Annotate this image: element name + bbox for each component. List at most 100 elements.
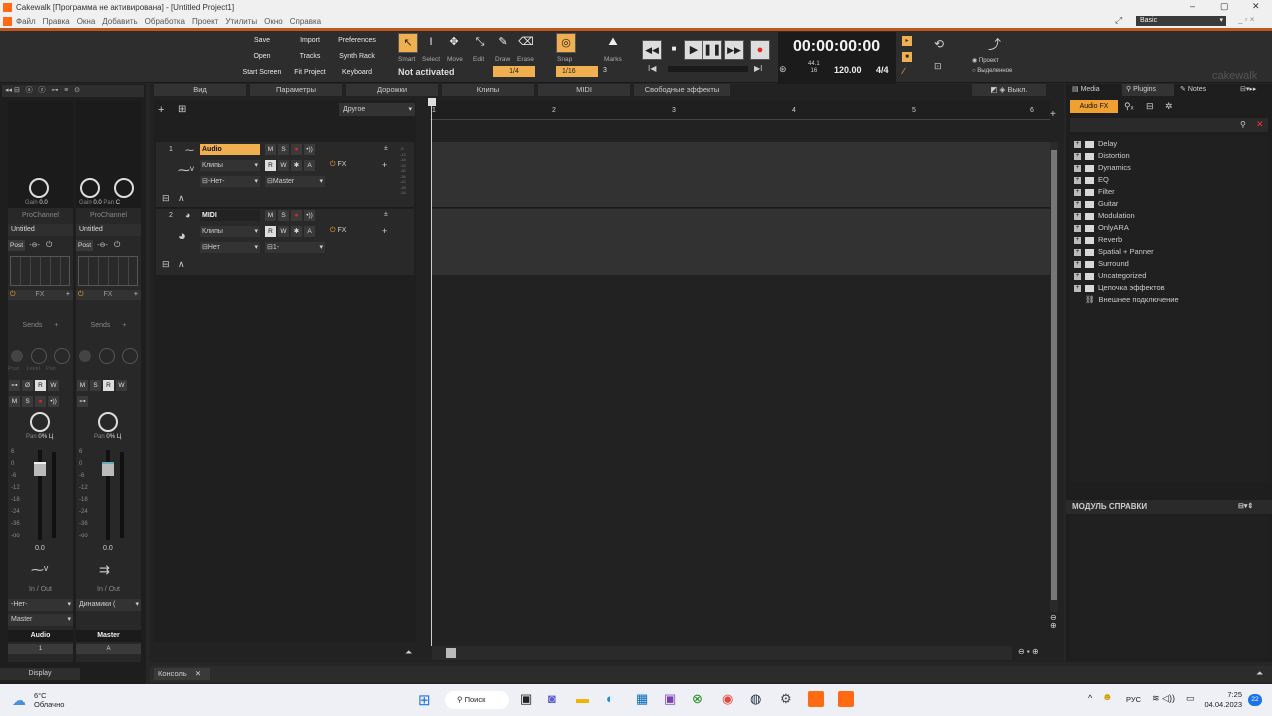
inspector-options-icon[interactable]: ◂◂ ⊟ ⓐ ⓩ ⊶ ≡ ⊙	[5, 87, 80, 94]
metronome-icon[interactable]: ∕	[903, 66, 905, 76]
track-filter-select[interactable]: Другое ▾	[339, 103, 415, 116]
tree-item[interactable]: + Surround	[1074, 258, 1264, 270]
dock-expand-icon[interactable]: ⏶	[1256, 668, 1263, 679]
mute-button[interactable]: M	[265, 210, 276, 221]
expand-icon[interactable]: +	[1074, 140, 1081, 148]
expand-icon[interactable]: +	[1074, 236, 1081, 244]
project-radio[interactable]: ◉ Проект	[972, 57, 999, 64]
language-indicator[interactable]: РУС	[1126, 695, 1141, 704]
fx-add-icon[interactable]: +	[66, 290, 70, 300]
input-echo-icon[interactable]: •))	[304, 144, 315, 155]
solo-button[interactable]: S	[278, 144, 289, 155]
sync-icon[interactable]: ⊛	[779, 64, 787, 75]
read-button[interactable]: R	[265, 160, 276, 171]
track-folder-icon[interactable]: ⊞	[178, 104, 186, 115]
phase-icon[interactable]: ⊶	[9, 380, 20, 391]
goto-start-icon[interactable]: I◀	[648, 64, 656, 73]
solo-button[interactable]: S	[22, 396, 33, 407]
pause-icon[interactable]: ❚❚	[702, 40, 722, 60]
chat-icon[interactable]: ◙	[548, 691, 556, 706]
gain-knob[interactable]	[80, 178, 100, 198]
panel-options-icon[interactable]: ⊟▾▸▸	[1240, 85, 1256, 93]
time-display[interactable]: 00:00:00:00	[793, 38, 880, 56]
save-button[interactable]: Save	[240, 34, 284, 48]
horizontal-scroll-thumb[interactable]	[446, 648, 456, 658]
expand-icon[interactable]: ⤢	[1115, 15, 1122, 26]
track-lane-audio[interactable]	[432, 142, 1050, 208]
expand-icon[interactable]: +	[1074, 188, 1081, 196]
menu-file[interactable]: Файл	[16, 17, 36, 26]
now-marker[interactable]	[428, 98, 436, 106]
tree-item[interactable]: + Modulation	[1074, 210, 1264, 222]
fx-power-icon[interactable]: ⏻	[78, 291, 84, 298]
output-select[interactable]: ⊟1- ▾	[265, 242, 325, 253]
tree-item[interactable]: + Цепочка эффектов	[1074, 282, 1264, 294]
eq-graph[interactable]	[78, 256, 138, 286]
eq-link-icon[interactable]: -⊖-	[29, 242, 40, 249]
menu-window[interactable]: Окно	[264, 17, 283, 26]
expand-icon[interactable]: +	[1074, 176, 1081, 184]
timeline-ruler[interactable]: 1 2 3 4 5 6	[430, 100, 1050, 120]
tree-item[interactable]: + Dynamics	[1074, 162, 1264, 174]
menu-options[interactable]: Параметры	[250, 84, 342, 96]
notification-badge[interactable]: 22	[1248, 694, 1262, 706]
sends-add-icon[interactable]: +	[54, 322, 58, 329]
tree-item[interactable]: + Reverb	[1074, 234, 1264, 246]
freeze-icon[interactable]: ✱	[291, 160, 302, 171]
pan-knob[interactable]	[98, 412, 118, 432]
minimize-button[interactable]: –	[1190, 1, 1195, 11]
open-button[interactable]: Open	[240, 50, 284, 64]
add-lane-icon[interactable]: +	[1050, 109, 1056, 120]
tab-notes[interactable]: ✎ Notes	[1176, 84, 1226, 96]
store-icon[interactable]: ▦	[636, 691, 648, 707]
goto-end-icon[interactable]: ▶I	[754, 64, 762, 73]
play-icon[interactable]: ▶	[684, 40, 704, 60]
select-tool-icon[interactable]: I	[421, 33, 441, 53]
post-button[interactable]: Post	[8, 240, 26, 251]
tree-item[interactable]: + Spatial + Panner	[1074, 246, 1264, 258]
fast-forward-icon[interactable]: ▶▶	[724, 40, 744, 60]
output-select[interactable]: Динамики (▾	[76, 599, 141, 611]
arm-button[interactable]: ●	[291, 210, 302, 221]
strip-track-name[interactable]: Audio	[8, 630, 73, 642]
input-select[interactable]: ⊟-Нет- ▾	[200, 176, 260, 187]
file-explorer-icon[interactable]: ▬	[576, 691, 589, 706]
maximize-button[interactable]: ▢	[1220, 1, 1229, 12]
menu-process[interactable]: Обработка	[145, 17, 185, 26]
vertical-scrollbar[interactable]	[1050, 142, 1058, 612]
fx-bin-track[interactable]: ⏻ FX	[330, 227, 346, 235]
steam-icon[interactable]: ◍	[750, 691, 761, 707]
output-select[interactable]: Master ▾	[8, 614, 73, 626]
close-button[interactable]: ✕	[1252, 1, 1260, 12]
fx-add-icon[interactable]: +	[382, 226, 387, 236]
eq-link-icon[interactable]: -⊖-	[97, 242, 108, 249]
erase-tool-icon[interactable]: ⌫	[516, 33, 536, 53]
preferences-button[interactable]: Preferences	[334, 34, 380, 48]
vertical-scroll-thumb[interactable]	[1051, 150, 1057, 600]
export-icon[interactable]: ⤴	[988, 34, 1001, 53]
archive-button[interactable]: A	[304, 226, 315, 237]
read-button[interactable]: R	[265, 226, 276, 237]
expand-icon[interactable]: +	[1074, 164, 1081, 172]
tree-item[interactable]: + EQ	[1074, 174, 1264, 186]
audio-fx-button[interactable]: Audio FX	[1070, 100, 1118, 113]
search-icon[interactable]: ⚲	[1240, 120, 1246, 129]
input-echo-icon[interactable]: •))	[304, 210, 315, 221]
close-icon[interactable]: ✕	[195, 669, 201, 678]
pan-knob-top[interactable]	[114, 178, 134, 198]
menu-utilities[interactable]: Утилиты	[225, 17, 257, 26]
read-button[interactable]: R	[103, 380, 114, 391]
vertical-zoom-icon[interactable]: ⊖ ⊕	[1050, 614, 1057, 630]
record-icon[interactable]: ●	[750, 40, 770, 60]
xbox-icon[interactable]: ⊗	[692, 691, 703, 707]
menu-view[interactable]: Вид	[154, 84, 246, 96]
settings-gear-icon[interactable]: ⚙	[780, 691, 792, 707]
invert-icon[interactable]: Ø	[22, 380, 33, 391]
arm-button[interactable]: ●	[291, 144, 302, 155]
cakewalk-taskbar-icon-2[interactable]	[838, 691, 854, 707]
track-lane-midi[interactable]	[432, 209, 1050, 275]
expand-icon[interactable]: +	[1074, 272, 1081, 280]
send-post-knob[interactable]	[79, 350, 91, 362]
mute-button[interactable]: M	[9, 396, 20, 407]
input-echo-icon[interactable]: •))	[48, 396, 59, 407]
